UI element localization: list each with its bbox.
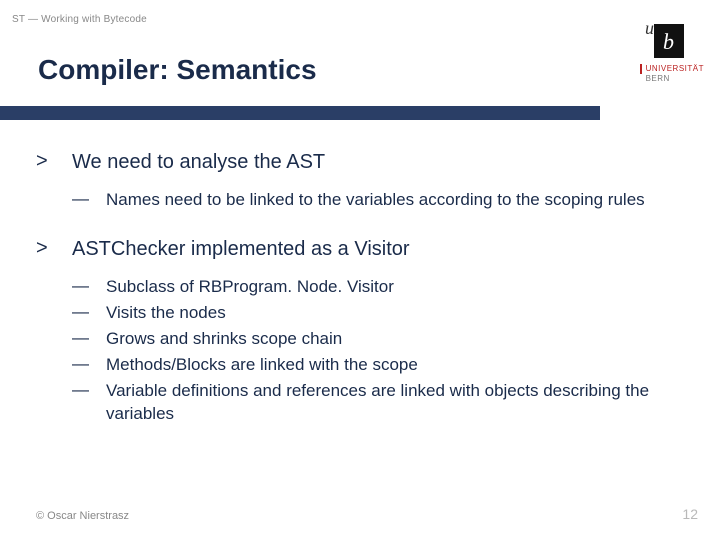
bullet-marker: — — [72, 354, 106, 376]
bullet-marker: — — [72, 380, 106, 424]
bullet-level2: — Grows and shrinks scope chain — [72, 328, 684, 350]
logo-line1: UNIVERSITÄT — [640, 64, 704, 74]
bullet-text: Visits the nodes — [106, 302, 256, 324]
bullet-level1: > We need to analyse the AST — [36, 150, 684, 175]
bullet-marker: > — [36, 237, 72, 262]
bullet-marker: — — [72, 328, 106, 350]
bullet-level2: — Methods/Blocks are linked with the sco… — [72, 354, 684, 376]
sub-list: — Subclass of RBProgram. Node. Visitor —… — [72, 276, 684, 425]
bullet-level1: > ASTChecker implemented as a Visitor — [36, 237, 684, 262]
university-logo: u b UNIVERSITÄT BERN — [580, 0, 720, 106]
bullet-text: ASTChecker implemented as a Visitor — [72, 237, 410, 262]
bullet-text: Variable definitions and references are … — [106, 380, 684, 424]
logo-text: UNIVERSITÄT BERN — [646, 64, 704, 83]
slide-title: Compiler: Semantics — [38, 54, 317, 86]
logo-u-glyph: u — [645, 18, 654, 39]
bullet-marker: — — [72, 302, 106, 324]
slide-content: > We need to analyse the AST — Names nee… — [36, 150, 684, 451]
title-underline-bar — [0, 106, 600, 120]
bullet-level2: — Visits the nodes — [72, 302, 684, 324]
eyebrow-text: ST — Working with Bytecode — [12, 14, 147, 25]
logo-b-icon: b — [654, 24, 684, 58]
header-band: ST — Working with Bytecode Compiler: Sem… — [0, 0, 720, 106]
svg-text:b: b — [663, 29, 674, 54]
footer-copyright: © Oscar Nierstrasz — [36, 510, 129, 522]
sub-list: — Names need to be linked to the variabl… — [72, 189, 684, 211]
slide: ST — Working with Bytecode Compiler: Sem… — [0, 0, 720, 540]
bullet-marker: — — [72, 276, 106, 298]
logo-line2: BERN — [646, 74, 704, 84]
bullet-marker: > — [36, 150, 72, 175]
bullet-text: We need to analyse the AST — [72, 150, 325, 175]
page-number: 12 — [682, 506, 698, 522]
bullet-level2: — Names need to be linked to the variabl… — [72, 189, 684, 211]
bullet-text: Subclass of RBProgram. Node. Visitor — [106, 276, 424, 298]
bullet-text: Methods/Blocks are linked with the scope — [106, 354, 448, 376]
bullet-text: Names need to be linked to the variables… — [106, 189, 675, 211]
bullet-level2: — Variable definitions and references ar… — [72, 380, 684, 424]
bullet-level2: — Subclass of RBProgram. Node. Visitor — [72, 276, 684, 298]
bullet-text: Grows and shrinks scope chain — [106, 328, 372, 350]
bullet-marker: — — [72, 189, 106, 211]
